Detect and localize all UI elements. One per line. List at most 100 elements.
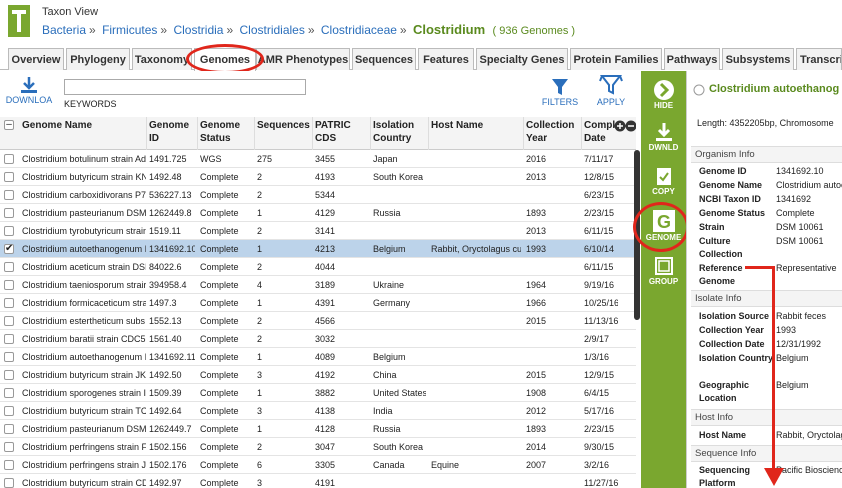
row-checkbox[interactable]: [4, 154, 14, 164]
row-checkbox[interactable]: [4, 370, 14, 380]
row-checkbox[interactable]: [4, 226, 14, 236]
table-cell: 2015: [526, 316, 547, 326]
table-row[interactable]: Clostridium botulinum strain Ad 1491.725 W…: [0, 150, 636, 168]
tab-pathways[interactable]: Pathways: [664, 48, 720, 70]
table-row[interactable]: Clostridium carboxidivorans P7 536227.13 C…: [0, 186, 636, 204]
column-header-genome-status[interactable]: Genome Status: [200, 119, 250, 145]
table-cell: Complete: [200, 424, 239, 434]
tab-features[interactable]: Features: [418, 48, 474, 70]
detail-value: Belgium: [776, 380, 809, 390]
tab-subsystems[interactable]: Subsystems: [722, 48, 794, 70]
table-row[interactable]: Clostridium butyricum strain CD 1492.97 Co…: [0, 474, 636, 488]
tab-phylogeny[interactable]: Phylogeny: [66, 48, 130, 70]
table-row[interactable]: Clostridium tyrobutyricum strain 1519.11 C…: [0, 222, 636, 240]
table-row[interactable]: Clostridium estertheticum subs 1552.13 Com…: [0, 312, 636, 330]
table-row[interactable]: Clostridium taeniosporum strair 394958.4 C…: [0, 276, 636, 294]
group-button[interactable]: GROUP: [641, 255, 686, 286]
breadcrumb-clostridiales[interactable]: Clostridiales: [239, 23, 304, 37]
tab-overview[interactable]: Overview: [8, 48, 64, 70]
select-all-checkbox[interactable]: –: [4, 120, 14, 130]
column-header-sequences[interactable]: Sequences: [257, 119, 310, 132]
table-cell: Complete: [200, 442, 239, 452]
table-row[interactable]: Clostridium formicaceticum stra 1497.3 Com…: [0, 294, 636, 312]
section-isolate-info[interactable]: Isolate Info: [691, 290, 842, 307]
table-cell: 4089: [315, 352, 336, 362]
table-row[interactable]: Clostridium autoethanogenum I 1341692.11 C…: [0, 348, 636, 366]
column-header-patric-cds[interactable]: PATRIC CDS: [315, 119, 361, 145]
column-header-collection-year[interactable]: Collection Year: [526, 119, 578, 145]
detail-key: Genome Name: [699, 180, 763, 190]
row-checkbox[interactable]: [4, 316, 14, 326]
table-row[interactable]: Clostridium sporogenes strain I 1509.39 Co…: [0, 384, 636, 402]
row-checkbox[interactable]: [4, 172, 14, 182]
row-checkbox[interactable]: [4, 460, 14, 470]
table-cell: 4: [257, 280, 263, 290]
table-row[interactable]: Clostridium butyricum strain TC 1492.64 Co…: [0, 402, 636, 420]
table-cell: [431, 384, 521, 402]
tab-amr-phenotypes[interactable]: AMR Phenotypes: [256, 48, 350, 70]
detail-value: DSM 10061: [776, 222, 824, 232]
breadcrumb-clostridiaceae[interactable]: Clostridiaceae: [321, 23, 397, 37]
table-cell: 9/19/16: [584, 280, 615, 290]
breadcrumb-bacteria[interactable]: Bacteria: [42, 23, 86, 37]
row-checkbox[interactable]: [4, 190, 14, 200]
table-row[interactable]: Clostridium aceticum strain DSI 84022.6 Co…: [0, 258, 636, 276]
tab-genomes[interactable]: Genomes: [194, 48, 256, 71]
table-cell: 1492.64: [149, 406, 182, 416]
table-row[interactable]: Clostridium butyricum strain KN 1492.48 Co…: [0, 168, 636, 186]
annotation-arrow-horizontal: [745, 266, 775, 269]
column-header-host-name[interactable]: Host Name: [431, 119, 483, 132]
keywords-input[interactable]: [64, 79, 306, 95]
table-cell: 11/13/16: [584, 316, 618, 326]
column-header-isolation-country[interactable]: Isolation Country: [373, 119, 423, 145]
table-cell: Clostridium perfringens strain F: [22, 442, 146, 452]
breadcrumb-clostridia[interactable]: Clostridia: [173, 23, 223, 37]
row-checkbox[interactable]: [4, 298, 14, 308]
row-checkbox[interactable]: ✔: [4, 244, 14, 254]
tab-specialty-genes[interactable]: Specialty Genes: [476, 48, 568, 70]
table-row[interactable]: ✔ Clostridium autoethanogenum I 1341692.10…: [0, 240, 636, 258]
table-row[interactable]: Clostridium pasteurianum DSM 1262449.7 Com…: [0, 420, 636, 438]
table-row[interactable]: Clostridium perfringens strain F 1502.156…: [0, 438, 636, 456]
column-header-genome-name[interactable]: Genome Name: [22, 119, 92, 132]
table-cell: [373, 258, 426, 276]
table-cell: [431, 204, 521, 222]
row-checkbox[interactable]: [4, 334, 14, 344]
download-action-button[interactable]: DWNLD: [641, 121, 686, 152]
tab-taxonomy[interactable]: Taxonomy: [132, 48, 192, 70]
row-checkbox[interactable]: [4, 442, 14, 452]
details-panel: Clostridium autoethanog Length: 4352205b…: [686, 71, 842, 488]
row-checkbox[interactable]: [4, 424, 14, 434]
grid-scrollbar[interactable]: [634, 150, 640, 320]
section-host-info[interactable]: Host Info: [691, 409, 842, 426]
apply-button[interactable]: APPLY: [590, 73, 632, 107]
row-checkbox[interactable]: [4, 280, 14, 290]
section-sequence-info[interactable]: Sequence Info: [691, 445, 842, 462]
copy-button[interactable]: COPY: [641, 165, 686, 196]
column-header-completion-date[interactable]: Completion Date: [584, 119, 618, 147]
download-button[interactable]: DOWNLOA: [4, 75, 54, 105]
table-row[interactable]: Clostridium butyricum strain JK 1492.50 Co…: [0, 366, 636, 384]
filters-button[interactable]: FILTERS: [538, 77, 582, 107]
row-checkbox[interactable]: [4, 208, 14, 218]
column-header-genome-id[interactable]: Genome ID: [149, 119, 193, 145]
table-cell: 2/9/17: [584, 334, 610, 344]
hide-button[interactable]: HIDE: [641, 79, 686, 110]
row-checkbox[interactable]: [4, 352, 14, 362]
row-checkbox[interactable]: [4, 262, 14, 272]
genome-button[interactable]: G GENOME: [641, 209, 686, 242]
tab-transcriptomics[interactable]: Transcri: [796, 48, 842, 70]
row-checkbox[interactable]: [4, 406, 14, 416]
table-row[interactable]: Clostridium perfringens strain J 1502.176…: [0, 456, 636, 474]
section-organism-info[interactable]: Organism Info: [691, 146, 842, 163]
tab-sequences[interactable]: Sequences: [352, 48, 416, 70]
row-checkbox[interactable]: [4, 478, 14, 488]
breadcrumb-firmicutes[interactable]: Firmicutes: [102, 23, 157, 37]
row-checkbox[interactable]: [4, 388, 14, 398]
column-options-icon[interactable]: [614, 120, 636, 132]
tab-protein-families[interactable]: Protein Families: [570, 48, 662, 70]
table-cell: 1262449.8: [149, 208, 192, 218]
table-row[interactable]: Clostridium baratii strain CDC5 1561.40 Co…: [0, 330, 636, 348]
table-cell: 1/3/16: [584, 352, 610, 362]
table-row[interactable]: Clostridium pasteurianum DSM 1262449.8 Com…: [0, 204, 636, 222]
